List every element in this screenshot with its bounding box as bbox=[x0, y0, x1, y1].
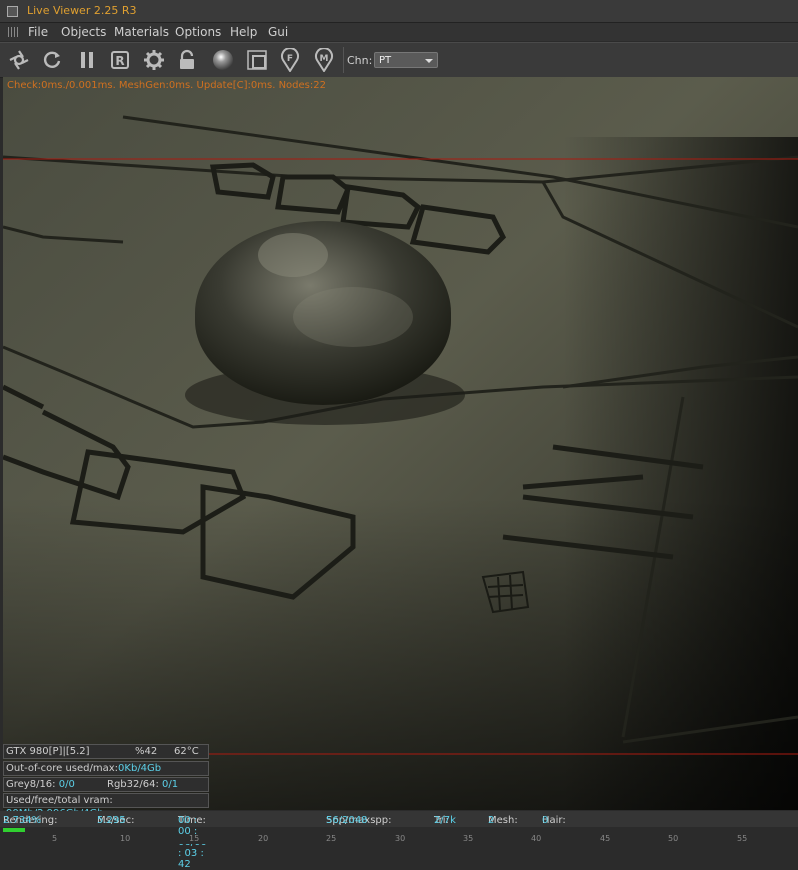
lens-icon[interactable] bbox=[7, 48, 31, 72]
mesh-value: 2 bbox=[488, 815, 495, 826]
vram-row: Used/free/total vram: 90Mb/2.996Gb/4Gb bbox=[3, 793, 209, 819]
settings-icon[interactable] bbox=[142, 48, 166, 72]
menu-gui[interactable]: Gui bbox=[268, 25, 288, 39]
channel-value: PT bbox=[379, 55, 392, 66]
menu-file[interactable]: File bbox=[28, 25, 48, 39]
ruler-tick: 25 bbox=[326, 834, 337, 843]
svg-text:M: M bbox=[320, 54, 329, 64]
vram-label: Used/free/total vram: bbox=[6, 795, 113, 806]
toolbar: R F M Chn: PT bbox=[0, 42, 798, 78]
ruler-tick: 30 bbox=[395, 834, 406, 843]
timeline-ruler: 5 10 15 20 25 30 35 40 45 50 55 bbox=[0, 834, 798, 844]
svg-text:F: F bbox=[287, 54, 293, 64]
ruler-tick: 45 bbox=[600, 834, 611, 843]
ruler-tick: 35 bbox=[463, 834, 474, 843]
hair-value: 0 bbox=[542, 815, 549, 826]
out-of-core-value: 0Kb/4Gb bbox=[118, 763, 162, 774]
rgb-group: Rgb32/64: 0/1 bbox=[107, 778, 178, 791]
pause-icon[interactable] bbox=[75, 48, 99, 72]
rgb-value: 0/1 bbox=[162, 779, 179, 790]
spp-value: 56/2048 bbox=[326, 815, 368, 826]
channel-select[interactable]: PT bbox=[374, 52, 438, 68]
tri-value: 2/7k bbox=[434, 815, 456, 826]
toolbar-separator bbox=[343, 47, 344, 73]
render-stats-line: Check:0ms./0.001ms. MeshGen:0ms. Update[… bbox=[7, 80, 326, 91]
gpu-utilization: %42 bbox=[135, 746, 158, 757]
menu-help[interactable]: Help bbox=[230, 25, 257, 39]
out-of-core-row: Out-of-core used/max:0Kb/4Gb bbox=[3, 761, 209, 776]
title-bar: Live Viewer 2.25 R3 bbox=[0, 0, 798, 23]
grey-label: Grey8/16: bbox=[6, 779, 56, 790]
ruler-tick: 50 bbox=[668, 834, 679, 843]
menu-bar: File Objects Materials Options Help Gui bbox=[0, 23, 798, 41]
grey-value: 0/0 bbox=[58, 779, 75, 790]
texture-row: Grey8/16: 0/0 Rgb32/64: 0/1 bbox=[3, 777, 209, 792]
ruler-tick: 10 bbox=[120, 834, 131, 843]
out-of-core-label: Out-of-core used/max: bbox=[6, 763, 119, 774]
menu-objects[interactable]: Objects bbox=[61, 25, 106, 39]
gpu-info-row: GTX 980[P]|[5.2] %42 62°C bbox=[3, 744, 209, 759]
ruler-tick: 20 bbox=[258, 834, 269, 843]
window-title: Live Viewer 2.25 R3 bbox=[27, 4, 137, 17]
pin-f-icon[interactable]: F bbox=[278, 48, 302, 72]
stop-icon[interactable] bbox=[245, 48, 269, 72]
render-progress-bar bbox=[3, 828, 25, 832]
ruler-tick: 5 bbox=[52, 834, 58, 843]
window-menu-icon[interactable] bbox=[7, 6, 18, 17]
ruler-tick: 40 bbox=[531, 834, 542, 843]
channel-label: Chn: bbox=[347, 54, 373, 67]
status-bar: Rendering: 2.734% Ms/sec: 5.295 Time: 00… bbox=[0, 811, 798, 870]
ruler-tick: 15 bbox=[189, 834, 200, 843]
menu-materials[interactable]: Materials bbox=[114, 25, 169, 39]
rgb-label: Rgb32/64: bbox=[107, 779, 159, 790]
pin-m-icon[interactable]: M bbox=[312, 48, 336, 72]
render-viewport[interactable] bbox=[3, 77, 798, 810]
gpu-name: GTX 980[P]|[5.2] bbox=[6, 746, 90, 757]
svg-text:R: R bbox=[115, 54, 124, 68]
refresh-icon[interactable] bbox=[40, 48, 64, 72]
render-image bbox=[3, 77, 798, 810]
mssec-value: 5.295 bbox=[97, 815, 126, 826]
grip-icon bbox=[8, 27, 19, 37]
ruler-tick: 55 bbox=[737, 834, 748, 843]
region-icon[interactable]: R bbox=[108, 48, 132, 72]
rendering-value: 2.734% bbox=[3, 815, 42, 826]
gpu-temperature: 62°C bbox=[174, 746, 199, 757]
lock-icon[interactable] bbox=[175, 48, 199, 72]
material-ball-icon[interactable] bbox=[211, 48, 235, 72]
menu-options[interactable]: Options bbox=[175, 25, 221, 39]
chevron-down-icon bbox=[425, 59, 433, 63]
